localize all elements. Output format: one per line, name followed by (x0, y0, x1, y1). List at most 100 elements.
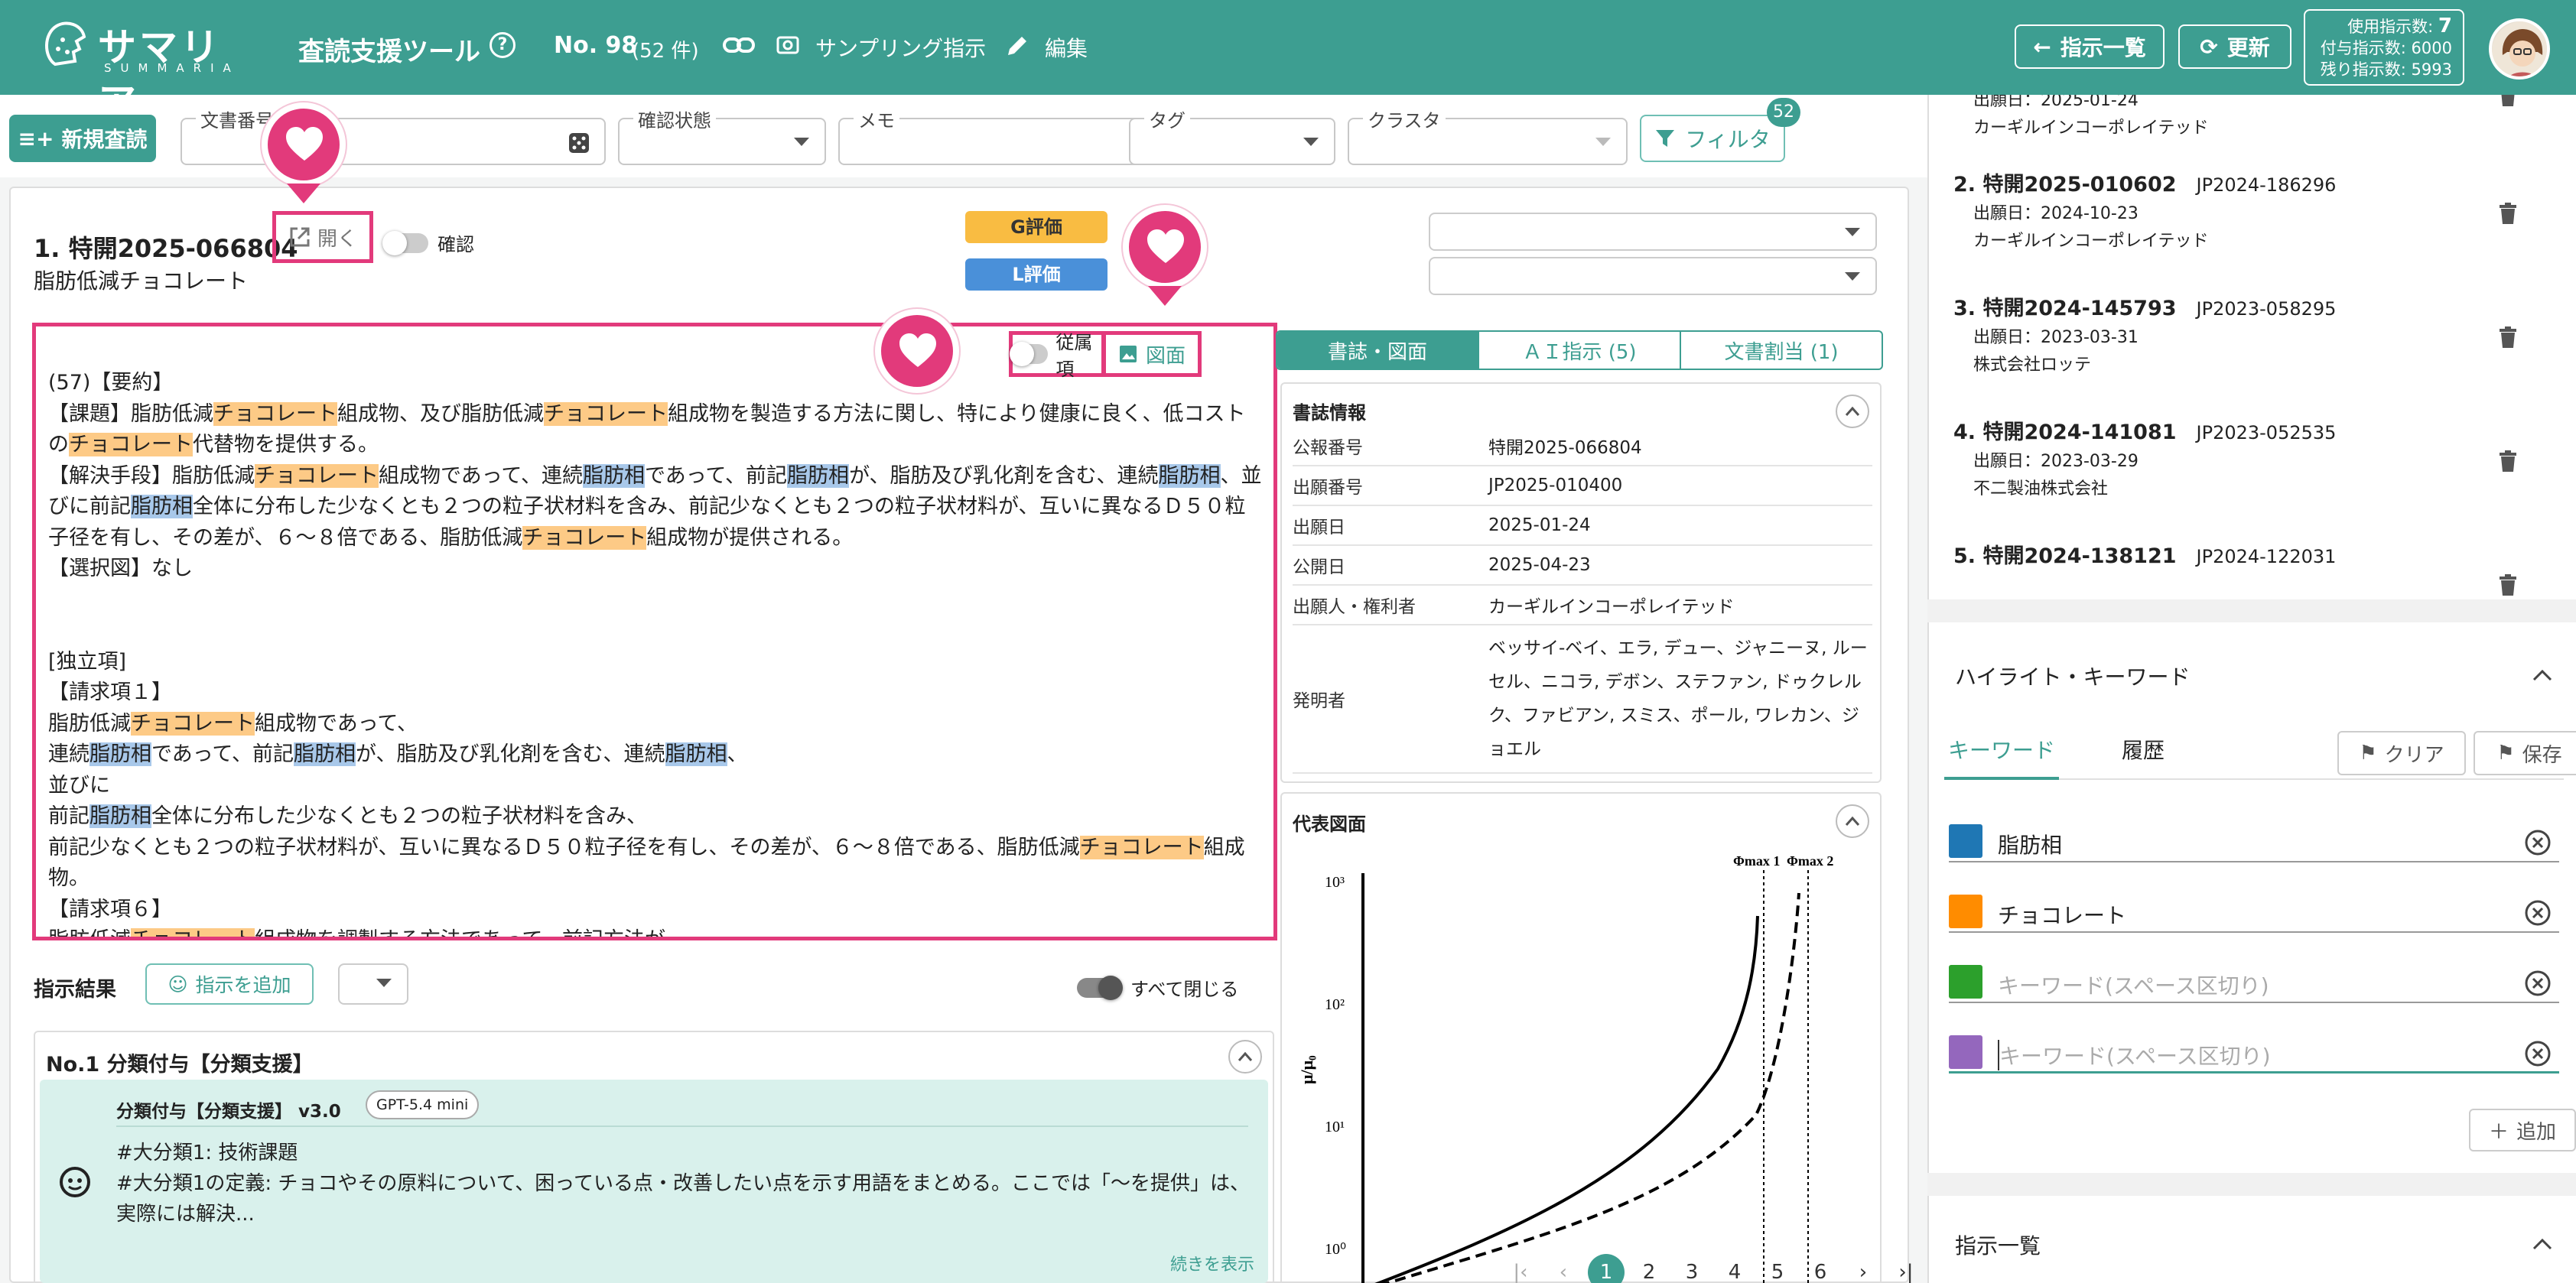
figure-ytick: 10² (1325, 996, 1345, 1013)
close-all-switch[interactable] (1077, 975, 1123, 1000)
bib-row: 出願人・権利者 カーギルインコーポレイテッド (1293, 585, 1872, 625)
dependent-switch[interactable] (1010, 342, 1049, 366)
clear-circle-icon[interactable] (2524, 829, 2552, 856)
link-icon[interactable] (722, 32, 756, 58)
filter-button[interactable]: フィルタ (1640, 115, 1785, 162)
bib-key: 公開日 (1293, 545, 1488, 586)
page-6[interactable]: 6 (1799, 1261, 1842, 1283)
tab-history[interactable]: 履歴 (2097, 729, 2189, 772)
tab-bibliography[interactable]: 書誌・図面 (1277, 332, 1478, 369)
image-icon (1119, 346, 1137, 362)
keyword-input[interactable]: キーワード(スペース区切り) (1998, 1040, 2271, 1070)
add-instruction-button[interactable]: ☺ 指示を追加 (145, 963, 314, 1005)
heart-icon (1147, 229, 1184, 263)
instruction-list-panel: 指示一覧 (1927, 1196, 2576, 1283)
add-keyword-button[interactable]: ＋追加 (2469, 1109, 2576, 1151)
l-rating-badge[interactable]: L評価 (965, 258, 1107, 291)
list-item-app-no: JP2023-058295 (2196, 298, 2337, 320)
help-icon[interactable]: ? (490, 32, 516, 58)
document-list: 出願日：2025-01-24 カーギルインコーポレイテッド 2. 特開2025-… (1927, 95, 2576, 599)
keyword-color-swatch[interactable] (1949, 895, 1982, 928)
sampling-icon[interactable] (776, 34, 800, 57)
tab-doc-assignment[interactable]: 文書割当 (1) (1680, 332, 1882, 369)
summaria-logo[interactable]: サマリア SUMMARIA (40, 14, 262, 125)
trash-icon[interactable] (2498, 326, 2518, 349)
chevron-up-icon[interactable] (2532, 1237, 2553, 1251)
keyword-highlight: 脂肪相 (131, 495, 193, 518)
chevron-up-icon[interactable] (1228, 1040, 1262, 1073)
page-3[interactable]: 3 (1670, 1261, 1713, 1283)
instruction-list-button[interactable]: ← 指示一覧 (2015, 24, 2165, 69)
page-2[interactable]: 2 (1628, 1261, 1670, 1283)
close-all-toggle[interactable]: すべて閉じる (1077, 974, 1238, 1001)
pencil-icon[interactable] (1005, 34, 1029, 58)
sampling-link[interactable]: サンプリング指示 (815, 32, 986, 63)
doc-number-field[interactable]: 文書番号 (181, 106, 606, 165)
usage-counter: 使用指示数: 7 付与指示数: 6000 残り指示数: 5993 (2304, 9, 2464, 86)
confirm-toggle[interactable]: 確認 (382, 229, 474, 256)
bib-row: 公開日 2025-04-23 (1293, 545, 1872, 586)
logo-subtext: SUMMARIA (104, 61, 240, 75)
list-item-applicant: 不二製油株式会社 (1973, 479, 2109, 499)
rating-select-2[interactable] (1429, 257, 1877, 295)
page-1[interactable]: 1 (1588, 1254, 1625, 1283)
trash-icon[interactable] (2498, 95, 2518, 107)
page-4[interactable]: 4 (1713, 1261, 1756, 1283)
list-item[interactable]: 2. 特開2025-010602 JP2024-186296 出願日：2024-10… (1953, 171, 2336, 255)
filter-icon (1656, 130, 1675, 147)
chevron-up-icon[interactable] (1836, 804, 1869, 838)
chevron-up-icon[interactable] (2532, 668, 2553, 682)
tag-select[interactable]: タグ (1129, 106, 1335, 165)
result-item-body: 分類付与【分類支援】 v3.0 GPT-5.4 mini #大分類1: 技術課題… (40, 1080, 1268, 1283)
abstract-text: (57)【要約】 【課題】脂肪低減チョコレート組成物、及び脂肪低減チョコレート組… (48, 368, 1264, 937)
list-item[interactable]: 4. 特開2024-141081 JP2023-052535 出願日：2023-03… (1953, 419, 2336, 503)
figure-ytick: 10³ (1325, 874, 1345, 891)
add-instruction-dropdown[interactable] (338, 963, 408, 1005)
keyword-input[interactable]: 脂肪相 (1998, 829, 2062, 859)
keyword-input[interactable]: キーワード(スペース区切り) (1998, 970, 2269, 1000)
confirm-switch[interactable] (382, 230, 428, 255)
list-item[interactable]: 5. 特開2024-138121 JP2024-122031 (1953, 543, 2336, 572)
first-page-icon[interactable]: |‹ (1499, 1261, 1542, 1283)
keyword-color-swatch[interactable] (1949, 1035, 1982, 1069)
prev-page-icon[interactable]: ‹ (1542, 1261, 1585, 1283)
bot-icon (60, 1167, 90, 1197)
keyword-color-swatch[interactable] (1949, 965, 1982, 999)
list-item-title: 4. 特開2024-141081 (1953, 421, 2177, 444)
clear-circle-icon[interactable] (2524, 970, 2552, 997)
status-select[interactable]: 確認状態 (618, 106, 826, 165)
chevron-up-icon[interactable] (1836, 395, 1869, 428)
bib-key: 出願番号 (1293, 466, 1488, 506)
clear-button[interactable]: ⚑ クリア (2337, 731, 2466, 775)
keyword-row: キーワード(スペース区切り) (1949, 1026, 2559, 1073)
dice-icon[interactable] (568, 132, 590, 154)
next-page-icon[interactable]: › (1842, 1261, 1885, 1283)
new-review-button[interactable]: ≡+ 新規査読 (9, 115, 156, 162)
save-button[interactable]: ⚑ 保存 (2474, 731, 2576, 775)
trash-icon[interactable] (2498, 450, 2518, 473)
show-more-link[interactable]: 続きを表示 (1170, 1251, 1254, 1275)
trash-icon[interactable] (2498, 202, 2518, 225)
cluster-select[interactable]: クラスタ (1348, 106, 1628, 165)
page-5[interactable]: 5 (1756, 1261, 1799, 1283)
chevron-down-icon (1303, 138, 1319, 146)
bookmark-icon: ⚑ (2496, 742, 2515, 765)
keyword-input[interactable]: チョコレート (1998, 899, 2126, 930)
g-rating-badge[interactable]: G評価 (965, 211, 1107, 243)
clear-circle-icon[interactable] (2524, 899, 2552, 927)
rating-select-1[interactable] (1429, 213, 1877, 251)
list-item[interactable]: 出願日：2025-01-24 カーギルインコーポレイテッド (1953, 95, 2209, 142)
edit-link[interactable]: 編集 (1045, 32, 1088, 63)
tab-ai-instructions[interactable]: ＡＩ指示 (5) (1478, 332, 1680, 369)
last-page-icon[interactable]: ›| (1885, 1261, 1927, 1283)
open-button[interactable]: 開く (272, 211, 373, 263)
keyword-color-swatch[interactable] (1949, 824, 1982, 858)
tab-keyword[interactable]: キーワード (1944, 729, 2059, 780)
refresh-button[interactable]: ⟳ 更新 (2178, 24, 2291, 69)
memo-field[interactable]: メモ (838, 106, 1140, 165)
clear-circle-icon[interactable] (2524, 1040, 2552, 1067)
bibliography-heading: 書誌情報 (1293, 402, 1366, 424)
trash-icon[interactable] (2498, 573, 2518, 596)
list-item[interactable]: 3. 特開2024-145793 JP2023-058295 出願日：2023-03… (1953, 295, 2336, 379)
user-avatar[interactable] (2489, 18, 2550, 80)
